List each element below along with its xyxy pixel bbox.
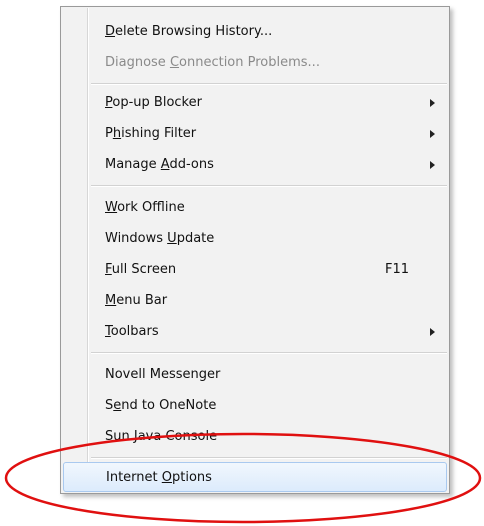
menu-item-send-to-onenote[interactable]: Send to OneNote <box>63 391 447 421</box>
menu-item-menu-bar[interactable]: Menu Bar <box>63 286 447 316</box>
menu-item-work-offline[interactable]: Work Offline <box>63 193 447 223</box>
menu-item-toolbars[interactable]: Toolbars <box>63 317 447 347</box>
menu-item-diagnose-connection-problems: Diagnose Connection Problems... <box>105 55 320 70</box>
menu-separator <box>91 457 447 459</box>
menu-item-delete-browsing-history[interactable]: Delete Browsing History... <box>63 17 447 47</box>
submenu-arrow-icon <box>430 328 435 336</box>
menu-separator <box>91 83 447 85</box>
menu-separator <box>91 352 447 354</box>
shortcut-label: F11 <box>384 262 409 277</box>
menu-item-internet-options[interactable]: Internet Options <box>63 462 447 492</box>
menu-item-full-screen[interactable]: Full Screen F11 <box>63 255 447 285</box>
menu-item-phishing-filter[interactable]: Phishing Filter <box>63 119 447 149</box>
submenu-arrow-icon <box>430 130 435 138</box>
menu-item-popup-blocker[interactable]: Pop-up Blocker <box>63 88 447 118</box>
menu-item-novell-messenger[interactable]: Novell Messenger <box>63 360 447 390</box>
submenu-arrow-icon <box>430 161 435 169</box>
tools-menu: Delete Browsing History... Diagnose Conn… <box>60 6 450 494</box>
menu-item-windows-update[interactable]: Windows Update <box>63 224 447 254</box>
submenu-arrow-icon <box>430 99 435 107</box>
menu-separator <box>91 185 447 187</box>
menu-item-manage-addons[interactable]: Manage Add-ons <box>63 150 447 180</box>
menu-item-sun-java-console[interactable]: Sun Java Console <box>63 422 447 452</box>
